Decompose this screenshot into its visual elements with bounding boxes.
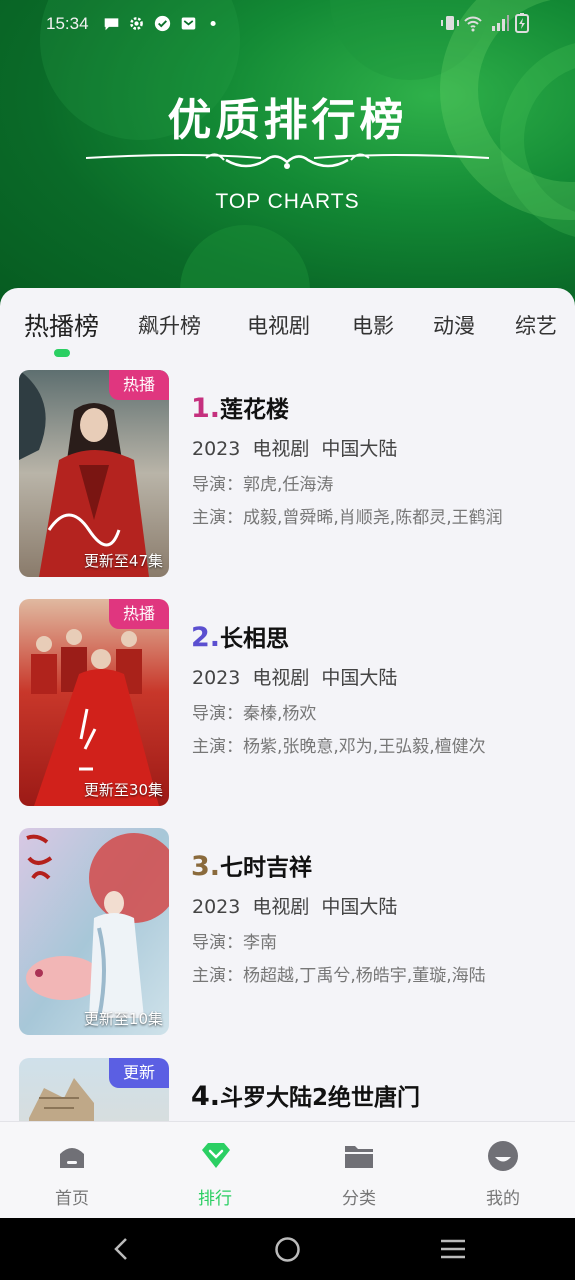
status-time: 15:34	[46, 14, 89, 33]
tab-tv-series[interactable]: 电视剧	[247, 310, 310, 340]
banner-ornament	[86, 153, 489, 169]
item-director: 导演：李南	[192, 933, 277, 953]
check-circle-icon	[154, 15, 171, 32]
poster-image[interactable]: 热播 更新至47集	[19, 370, 169, 577]
tab-hot[interactable]: 热播榜	[24, 307, 99, 343]
list-item[interactable]: 热播 更新至30集 2.长相思 2023 电视剧 中国大陆 导演：秦榛,杨欢 主…	[0, 599, 575, 809]
signal-icon	[492, 15, 509, 31]
ranking-panel: 热播榜 飙升榜 电视剧 电影 动漫 综艺 热播 更新至47集 1.莲花楼 202…	[0, 288, 575, 1123]
rank-number: 2.	[191, 622, 221, 653]
item-title[interactable]: 1.莲花楼	[191, 390, 289, 424]
menu-icon[interactable]	[439, 1236, 467, 1262]
profile-icon	[488, 1141, 518, 1171]
wifi-icon	[464, 16, 482, 32]
item-meta: 2023 电视剧 中国大陆	[192, 438, 398, 460]
list-item[interactable]: 热播 更新至47集 1.莲花楼 2023 电视剧 中国大陆 导演：郭虎,任海涛 …	[0, 370, 575, 580]
list-item[interactable]: 更新至10集 3.七时吉祥 2023 电视剧 中国大陆 导演：李南 主演：杨超越…	[0, 828, 575, 1038]
ranking-diamond-icon	[202, 1143, 230, 1168]
poster-image[interactable]: 更新	[19, 1058, 169, 1123]
banner-title: 优质排行榜	[167, 95, 408, 146]
settings-icon	[130, 17, 143, 30]
poster-art	[19, 370, 169, 577]
item-meta: 2023 电视剧 中国大陆	[192, 896, 398, 918]
episode-update-label: 更新至30集	[83, 781, 163, 799]
poster-image[interactable]: 更新至10集	[19, 828, 169, 1035]
system-navigation-bar	[0, 1218, 575, 1280]
header-banner: 15:34 优质排行榜 TOP CHARTS	[0, 0, 575, 320]
item-director: 导演：秦榛,杨欢	[192, 704, 317, 724]
status-badge: 热播	[108, 599, 169, 629]
battery-icon	[515, 13, 529, 33]
item-cast: 主演：杨超越,丁禹兮,杨皓宇,董璇,海陆	[192, 966, 486, 986]
rank-number: 1.	[191, 393, 221, 424]
dot-icon	[210, 20, 216, 27]
rank-number: 3.	[191, 851, 221, 882]
home-icon	[60, 1148, 84, 1168]
nav-home[interactable]: 首页	[22, 1122, 122, 1219]
nav-home-label: 首页	[55, 1189, 89, 1209]
home-circle-icon[interactable]	[274, 1236, 301, 1263]
item-cast: 主演：成毅,曾舜晞,肖顺尧,陈都灵,王鹤润	[192, 508, 503, 528]
tab-rising[interactable]: 飙升榜	[138, 310, 201, 340]
episode-update-label: 更新至10集	[83, 1010, 163, 1028]
nav-ranking-label: 排行	[198, 1189, 232, 1209]
item-title[interactable]: 2.长相思	[191, 619, 289, 653]
folder-icon	[345, 1146, 373, 1168]
poster-art	[19, 599, 169, 806]
title-text: 七时吉祥	[220, 855, 313, 881]
poster-image[interactable]: 热播 更新至30集	[19, 599, 169, 806]
item-meta: 2023 电视剧 中国大陆	[192, 667, 398, 689]
list-item[interactable]: 更新 4.斗罗大陆2绝世唐门	[0, 1058, 575, 1123]
item-director: 导演：郭虎,任海涛	[192, 475, 334, 495]
tab-movies[interactable]: 电影	[352, 310, 394, 340]
item-title[interactable]: 4.斗罗大陆2绝世唐门	[191, 1078, 420, 1112]
title-text: 长相思	[220, 626, 290, 652]
title-text: 斗罗大陆2绝世唐门	[220, 1085, 421, 1111]
item-title[interactable]: 3.七时吉祥	[191, 848, 312, 882]
poster-art	[19, 828, 169, 1035]
active-tab-indicator	[54, 349, 70, 357]
category-tabs: 热播榜 飙升榜 电视剧 电影 动漫 综艺	[0, 288, 575, 360]
vibrate-icon	[441, 16, 459, 30]
episode-update-label: 更新至47集	[83, 552, 163, 570]
tab-anime[interactable]: 动漫	[433, 310, 475, 340]
bottom-navigation: 首页 排行 分类 我的	[0, 1121, 575, 1218]
item-cast: 主演：杨紫,张晚意,邓为,王弘毅,檀健次	[192, 737, 486, 757]
nav-ranking[interactable]: 排行	[165, 1122, 265, 1219]
status-bar: 15:34	[0, 0, 575, 48]
rank-number: 4.	[191, 1081, 221, 1112]
mail-icon	[181, 17, 196, 30]
nav-profile[interactable]: 我的	[453, 1122, 553, 1219]
back-icon[interactable]	[110, 1236, 134, 1262]
nav-category-label: 分类	[342, 1189, 376, 1209]
status-badge: 热播	[108, 370, 169, 400]
banner-subtitle: TOP CHARTS	[215, 190, 360, 213]
status-badge: 更新	[108, 1058, 169, 1088]
tab-variety[interactable]: 综艺	[515, 310, 557, 340]
message-icon	[104, 18, 119, 31]
title-text: 莲花楼	[220, 397, 290, 423]
nav-profile-label: 我的	[486, 1189, 520, 1209]
nav-category[interactable]: 分类	[309, 1122, 409, 1219]
